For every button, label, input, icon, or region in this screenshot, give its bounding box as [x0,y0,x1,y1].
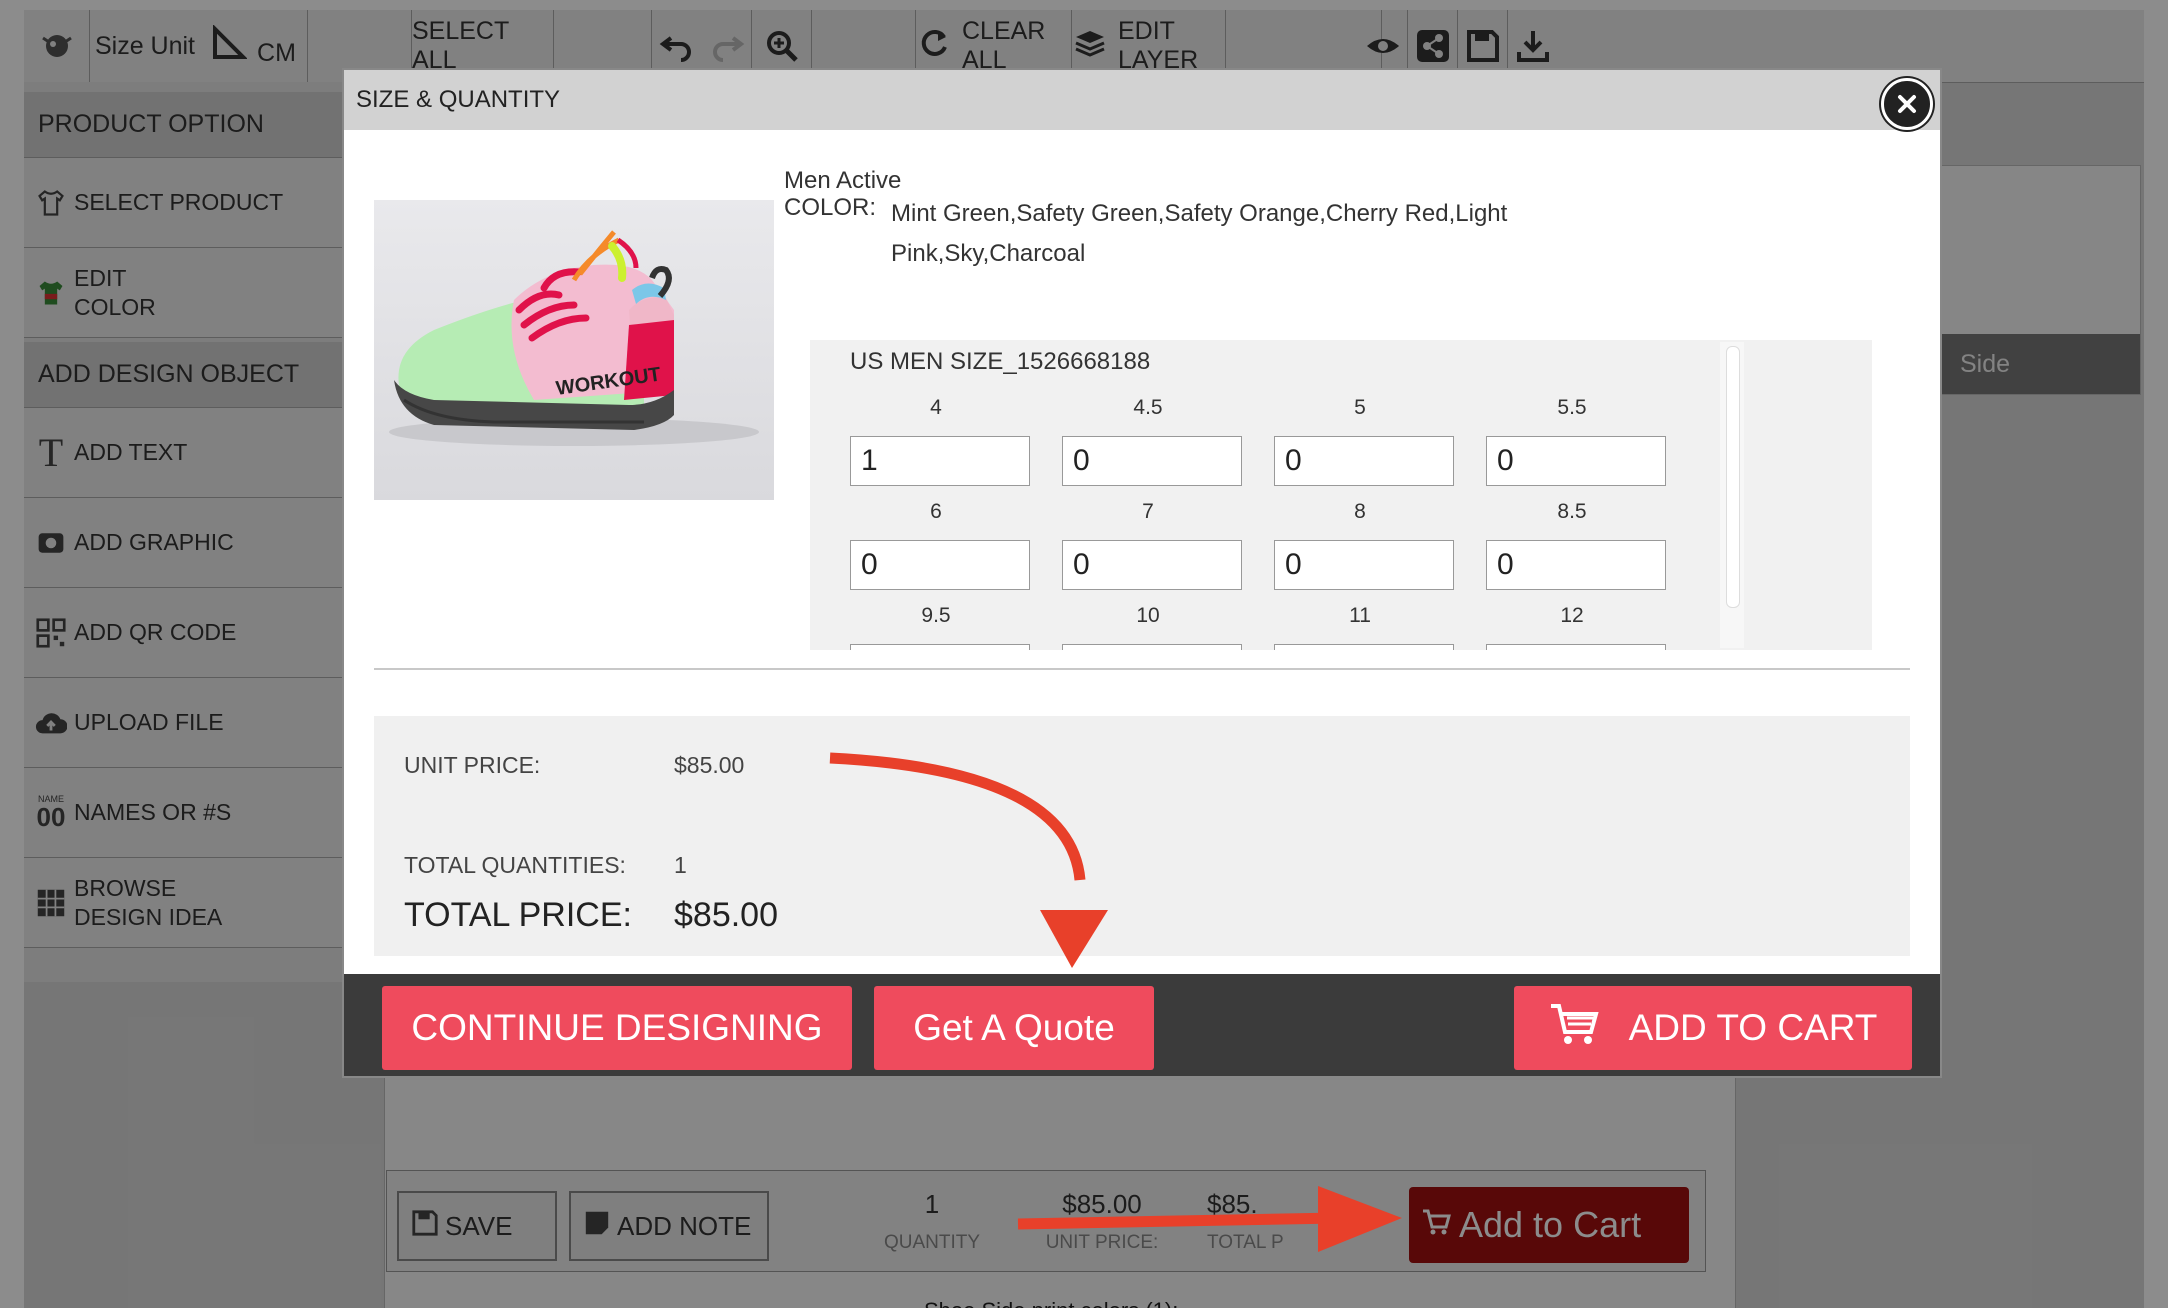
arrowhead-quote [1040,910,1108,968]
arrowhead-cart [1318,1186,1402,1252]
annotation-arrows [829,752,1402,1252]
annotation-arrow-straight [1017,1212,1339,1230]
annotation-arrow-curve [829,752,1086,881]
